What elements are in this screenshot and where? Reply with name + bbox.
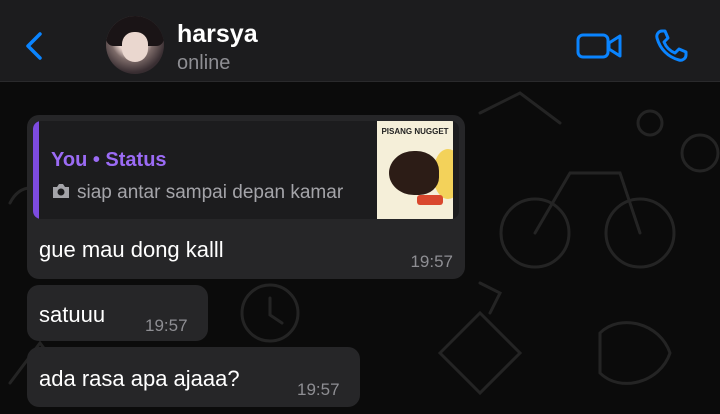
message-text: gue mau dong kalll xyxy=(39,237,224,262)
quote-snippet: siap antar sampai depan kamar xyxy=(51,182,343,204)
status-thumbnail[interactable]: PISANG NUGGET xyxy=(377,121,453,219)
quote-accent-bar xyxy=(33,121,39,219)
camera-icon xyxy=(53,184,69,198)
thumbnail-price-tag xyxy=(417,195,443,205)
thumbnail-food-image xyxy=(389,151,439,195)
message-bubble[interactable]: You • Status siap antar sampai depan kam… xyxy=(27,115,465,279)
phone-icon[interactable] xyxy=(653,28,689,64)
thumbnail-title: PISANG NUGGET xyxy=(381,127,449,136)
message-text: satuuu xyxy=(39,302,106,327)
avatar[interactable] xyxy=(106,16,164,74)
message-time: 19:57 xyxy=(410,252,453,271)
video-camera-icon[interactable] xyxy=(576,31,622,61)
message-time: 19:57 xyxy=(145,316,188,335)
quote-snippet-text: siap antar sampai depan kamar xyxy=(77,182,344,203)
chat-header: harsya online xyxy=(0,0,720,82)
chat-area[interactable]: You • Status siap antar sampai depan kam… xyxy=(0,83,720,414)
reply-quote[interactable]: You • Status siap antar sampai depan kam… xyxy=(33,121,459,219)
message-bubble[interactable]: ada rasa apa ajaaa? 19:57 xyxy=(27,347,360,407)
message-time: 19:57 xyxy=(297,380,340,399)
presence-status: online xyxy=(177,52,231,74)
quote-author: You • Status xyxy=(51,149,167,171)
message-text: ada rasa apa ajaaa? xyxy=(39,366,240,391)
contact-name[interactable]: harsya xyxy=(177,20,258,49)
chevron-left-icon[interactable] xyxy=(22,30,46,62)
message-bubble[interactable]: satuuu 19:57 xyxy=(27,285,208,341)
